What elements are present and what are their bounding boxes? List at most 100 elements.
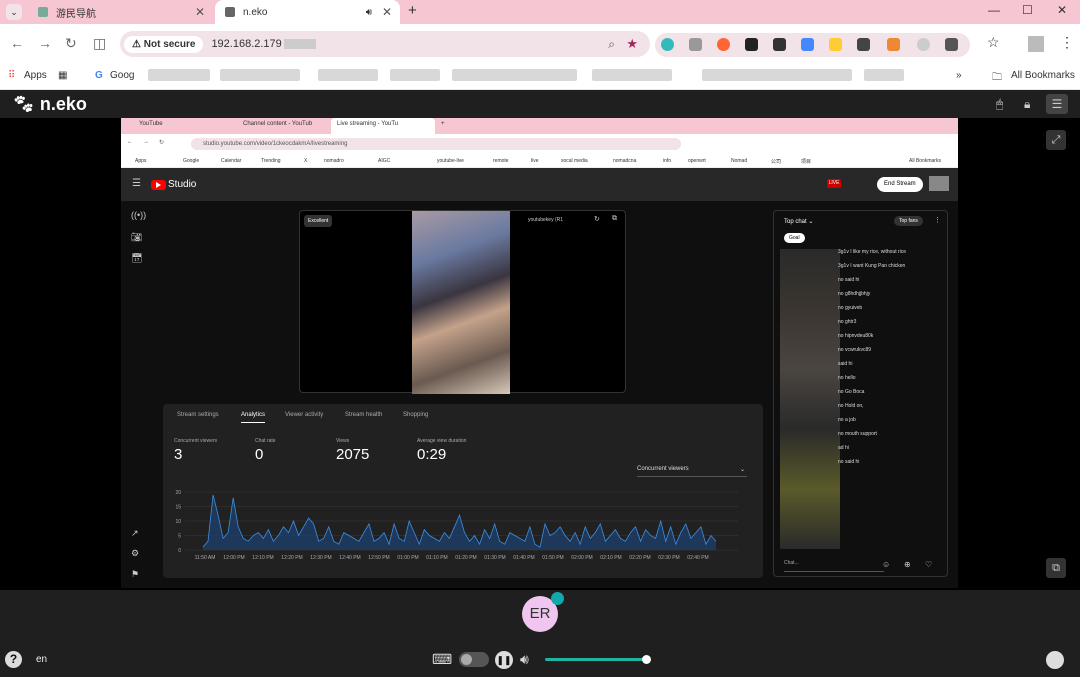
tab-viewer-activity[interactable]: Viewer activity (285, 412, 323, 418)
back-icon[interactable]: ← (10, 35, 24, 51)
popout-icon[interactable]: ⧉ (1046, 558, 1066, 578)
pause-icon[interactable]: ❚❚ (495, 651, 513, 669)
hamburger-icon[interactable]: ☰ (132, 178, 141, 189)
youtube-studio-logo[interactable]: Studio (151, 179, 196, 190)
menu-icon[interactable]: ☰ (1046, 94, 1068, 114)
remote-tab[interactable]: YouTube (139, 121, 163, 127)
all-bookmarks[interactable]: All Bookmarks (1011, 70, 1075, 81)
remote-url[interactable]: studio.youtube.com/video/1ckeocdakmA/liv… (203, 141, 347, 147)
bookmark[interactable]: AIGC (378, 158, 390, 164)
channel-avatar[interactable] (929, 176, 949, 191)
tab-search-button[interactable]: ⌄ (6, 4, 22, 20)
menu-icon[interactable]: ⋮ (1060, 34, 1074, 51)
bookmark[interactable]: remote (493, 158, 509, 164)
remote-tab[interactable]: Channel content - YouTub (243, 121, 312, 127)
bookmark[interactable]: Google (183, 158, 199, 164)
control-toggle[interactable] (459, 652, 489, 667)
url-text[interactable]: 192.168.2.179 (211, 38, 281, 50)
apps-icon[interactable]: ⠿ (8, 70, 15, 81)
bookmark[interactable]: Trending (261, 158, 281, 164)
tab-nav[interactable]: 游民导航 ✕ (28, 0, 213, 24)
tab-shopping[interactable]: Shopping (403, 412, 428, 418)
top-fans-button[interactable]: Top fans (894, 216, 923, 226)
bookmark[interactable]: live (531, 158, 539, 164)
remote-browser[interactable]: YouTube Channel content - YouTub Live st… (121, 118, 958, 588)
chat-mode-select[interactable]: Top chat ⌄ (784, 218, 813, 225)
copy-icon[interactable]: ⧉ (612, 215, 617, 223)
star-outline-icon[interactable]: ☆ (987, 34, 1000, 51)
bookmark[interactable]: info (663, 158, 671, 164)
grid-icon[interactable]: ▦ (58, 70, 67, 81)
help-button[interactable]: ? (5, 651, 22, 668)
zoom-icon[interactable]: ⌕ (608, 37, 615, 52)
camera-icon[interactable] (689, 38, 702, 51)
not-secure-badge[interactable]: ⚠ Not secure (124, 35, 204, 53)
close-window-icon[interactable]: ✕ (1057, 3, 1067, 17)
extension-icon[interactable] (661, 38, 674, 51)
stream-preview[interactable]: Excellent youtubekey (R1 ↻ ⧉ (299, 210, 626, 394)
fox-icon[interactable] (887, 38, 900, 51)
volume-slider[interactable] (545, 658, 647, 661)
profile-avatar[interactable] (1028, 36, 1044, 52)
maximize-icon[interactable]: ☐ (1022, 3, 1033, 17)
stream-key-select[interactable]: youtubekey (R1 (528, 217, 563, 223)
refresh-icon[interactable]: ↻ (594, 215, 600, 223)
extension-icon[interactable] (917, 38, 930, 51)
bookmark[interactable]: Nomad (731, 158, 747, 164)
camera-icon[interactable]: 📷︎ (131, 232, 142, 243)
bookmark-google[interactable]: Goog (110, 70, 134, 81)
bookmark[interactable]: All Bookmarks (909, 158, 941, 164)
goal-button[interactable]: Goal (784, 233, 805, 243)
add-icon[interactable]: ⊕ (904, 560, 911, 569)
heart-icon[interactable]: ♡ (925, 560, 932, 569)
new-tab-button[interactable]: + (408, 2, 417, 19)
reload-icon[interactable]: ↻ (65, 35, 77, 52)
bookmark[interactable]: nomadcna (613, 158, 636, 164)
bookmark[interactable]: Apps (135, 158, 146, 164)
minimize-icon[interactable]: — (988, 3, 1000, 17)
bookmark[interactable]: 公司 (771, 158, 781, 165)
bookmark[interactable]: 项目 (801, 158, 811, 165)
puzzle-icon[interactable] (945, 38, 958, 51)
omnibox[interactable]: ⚠ Not secure 192.168.2.179 ⌕ ★ (120, 31, 650, 57)
bookmark-apps[interactable]: Apps (24, 70, 47, 81)
volume-slider-handle[interactable] (642, 655, 651, 664)
extension-icon[interactable] (857, 38, 870, 51)
end-stream-button[interactable]: End Stream (877, 177, 923, 192)
tab-stream-health[interactable]: Stream health (345, 412, 382, 418)
keyboard-icon[interactable]: ⌨ (432, 651, 452, 668)
lock-icon[interactable]: 🔒︎ (1024, 97, 1030, 112)
tab-neko[interactable]: n.eko 🔊︎ ✕ (215, 0, 400, 24)
audio-icon[interactable]: 🔊︎ (366, 7, 372, 18)
back-icon[interactable]: ← (127, 139, 133, 145)
tab-analytics[interactable]: Analytics (241, 412, 266, 423)
close-icon[interactable]: ✕ (382, 5, 392, 19)
metric-selector[interactable]: Concurrent viewers ⌄ (637, 466, 747, 477)
mouse-icon[interactable]: 🖱︎ (996, 97, 1003, 112)
arrow-icon[interactable]: ↗ (131, 528, 139, 539)
chat-input[interactable]: Chat... (784, 560, 884, 572)
feedback-icon[interactable]: ⚑ (131, 569, 139, 580)
bookmark[interactable]: youtube-live (437, 158, 464, 164)
bookmark[interactable]: openwrt (688, 158, 706, 164)
tab-stream-settings[interactable]: Stream settings (177, 412, 219, 418)
reload-icon[interactable]: ↻ (159, 139, 164, 146)
bookmark[interactable]: nomadro (324, 158, 344, 164)
settings-icon[interactable]: ⚙ (131, 548, 139, 559)
split-view-icon[interactable]: ◫ (93, 35, 106, 52)
extension-icon[interactable] (745, 38, 758, 51)
more-bookmarks-icon[interactable]: » (956, 70, 962, 81)
emoji-icon[interactable]: ☺ (882, 560, 890, 569)
remote-tab-active[interactable]: Live streaming - YouTu (331, 118, 435, 134)
fullscreen-icon[interactable]: ⤢ (1046, 130, 1066, 150)
remote-desktop-stage[interactable]: YouTube Channel content - YouTub Live st… (0, 118, 1080, 590)
forward-icon[interactable]: → (38, 35, 52, 51)
bookmark[interactable]: X (304, 158, 307, 164)
forward-icon[interactable]: → (143, 139, 149, 145)
extension-icon[interactable] (829, 38, 842, 51)
new-tab-button[interactable]: + (441, 121, 445, 127)
extension-icon[interactable] (773, 38, 786, 51)
volume-icon[interactable]: 🔊︎ (520, 651, 529, 668)
bookmark[interactable]: socal media (561, 158, 588, 164)
translate-icon[interactable] (801, 38, 814, 51)
